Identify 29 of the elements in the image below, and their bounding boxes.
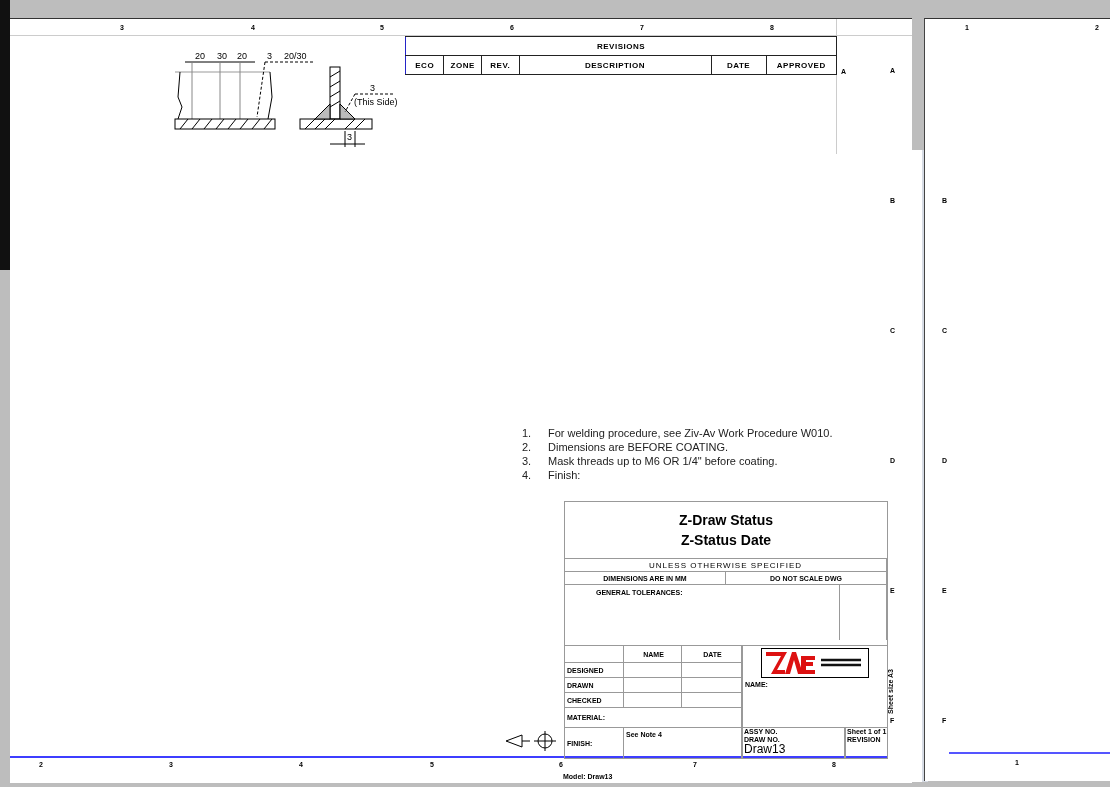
weld-symbol-label: 3 (370, 83, 375, 93)
note-text: Mask threads up to M6 OR 1/4" before coating. (548, 455, 778, 467)
dimension-label: 3 (347, 132, 352, 142)
status-date: Z-Status Date (680, 531, 772, 550)
note-text: For welding procedure, see Ziv-Av Work Procedure W010. (548, 427, 833, 439)
weld-symbol-label: 3 (267, 51, 272, 61)
weld-pitch-label: 20/30 (284, 51, 307, 61)
projection-symbol-icon (504, 731, 556, 751)
tolerance-heading: UNLESS OTHERWISE SPECIFIED (649, 560, 802, 570)
note-number: 1. (522, 427, 533, 439)
note-text: Finish: (548, 469, 581, 481)
drawing-number: Draw13 (744, 743, 787, 756)
dimension-label: 20 (195, 51, 205, 61)
note-number: 3. (522, 455, 533, 467)
company-logo-icon (761, 647, 869, 678)
column-header: DATE (711, 55, 767, 75)
column-header: DESCRIPTION (519, 55, 711, 75)
weld-note: (This Side) (354, 97, 398, 107)
note-text: Dimensions are BEFORE COATING. (548, 441, 729, 453)
note-number: 2. (522, 441, 533, 453)
column-header: ZONE (443, 55, 482, 75)
dimension-label: 30 (217, 51, 227, 61)
note-number: 4. (522, 469, 533, 481)
column-header: ECO (405, 55, 444, 75)
column-header: REV. (481, 55, 519, 75)
column-header: APPROVED (766, 55, 837, 75)
dimension-label: 20 (237, 51, 247, 61)
table-header: REVISIONS (405, 36, 837, 56)
drawing-status: Z-Draw Status (678, 511, 774, 530)
